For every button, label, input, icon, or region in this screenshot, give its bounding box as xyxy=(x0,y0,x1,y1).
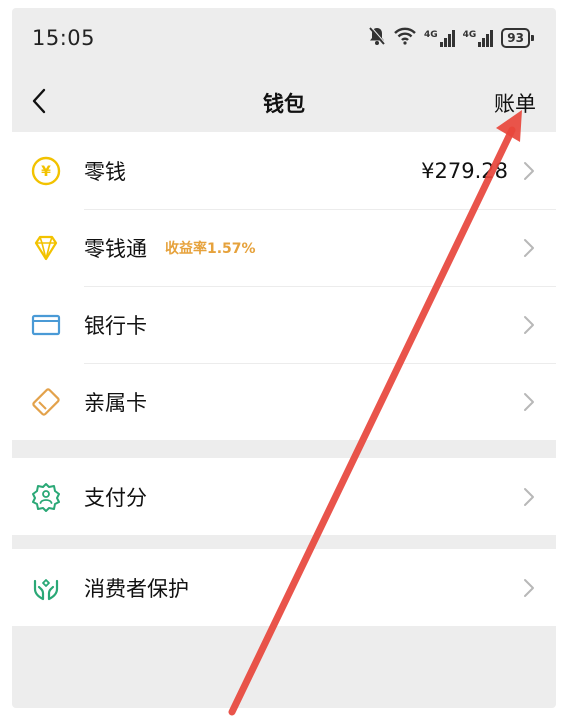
list-item-label: 支付分 xyxy=(84,485,147,510)
list-item-lingqiantong[interactable]: 零钱通 收益率1.57% xyxy=(12,209,556,286)
list-item-label: 亲属卡 xyxy=(84,390,147,415)
chevron-right-icon xyxy=(524,578,534,597)
list-item-bank-card[interactable]: 银行卡 xyxy=(12,286,556,363)
nav-bar: 钱包 账单 xyxy=(12,70,556,132)
list-item-family-card[interactable]: 亲属卡 xyxy=(12,363,556,440)
wallet-screen: 15:05 4G 4G 93 钱包 账单 ¥ 零钱 ¥279.28 零钱通 收益… xyxy=(12,8,556,708)
yuan-coin-icon: ¥ xyxy=(31,156,61,185)
list-item-label: 消费者保护 xyxy=(84,576,189,601)
diamond-icon xyxy=(34,235,58,260)
chevron-right-icon xyxy=(524,161,534,180)
list-item-label: 零钱通 xyxy=(84,236,147,261)
family-card-icon xyxy=(32,387,60,416)
signal2-label: 4G xyxy=(462,29,477,40)
list-item-label: 零钱 xyxy=(84,159,126,184)
consumer-protection-icon xyxy=(33,578,59,600)
wallet-group-2: 支付分 xyxy=(12,458,556,535)
svg-text:¥: ¥ xyxy=(41,164,51,180)
signal1-label: 4G xyxy=(423,29,438,40)
wifi-icon xyxy=(394,27,416,49)
signal-4g-icon: 4G xyxy=(423,29,455,47)
battery-level: 93 xyxy=(501,28,530,48)
battery-icon: 93 xyxy=(501,28,534,48)
status-bar: 15:05 4G 4G 93 xyxy=(12,8,556,70)
status-time: 15:05 xyxy=(32,26,96,50)
wallet-group-3: 消费者保护 xyxy=(12,549,556,626)
page-title: 钱包 xyxy=(263,92,305,116)
wallet-group-1: ¥ 零钱 ¥279.28 零钱通 收益率1.57% 银行卡 亲属卡 xyxy=(12,132,556,440)
yield-badge: 收益率1.57% xyxy=(165,240,256,257)
chevron-right-icon xyxy=(524,487,534,506)
change-balance: ¥279.28 xyxy=(421,158,508,183)
chevron-right-icon xyxy=(524,315,534,334)
status-icons: 4G 4G 93 xyxy=(368,26,534,50)
bell-mute-icon xyxy=(368,26,386,50)
list-item-consumer-protection[interactable]: 消费者保护 xyxy=(12,549,556,626)
list-item-label: 银行卡 xyxy=(84,313,147,338)
list-item-change[interactable]: ¥ 零钱 ¥279.28 xyxy=(12,132,556,209)
chevron-right-icon xyxy=(524,238,534,257)
bank-card-icon xyxy=(31,314,61,335)
pay-score-icon xyxy=(32,482,60,512)
chevron-right-icon xyxy=(524,392,534,411)
signal-4g-icon: 4G xyxy=(462,29,494,47)
list-item-pay-score[interactable]: 支付分 xyxy=(12,458,556,535)
bill-button[interactable]: 账单 xyxy=(494,88,536,118)
